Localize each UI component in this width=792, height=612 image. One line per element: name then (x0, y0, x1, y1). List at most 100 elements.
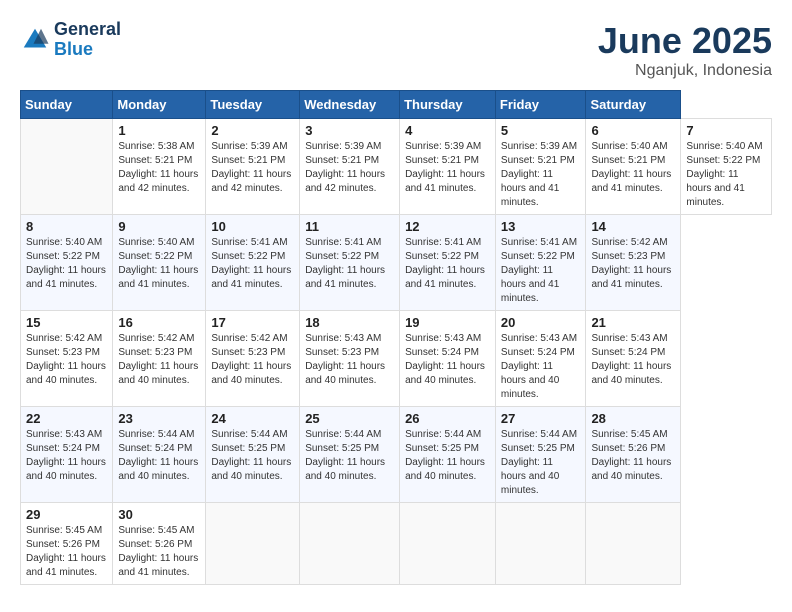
sunrise-text: Sunrise: 5:43 AM (501, 333, 577, 344)
month-title: June 2025 (598, 20, 772, 62)
day-info: Sunrise: 5:43 AM Sunset: 5:24 PM Dayligh… (26, 428, 107, 484)
sunset-text: Sunset: 5:24 PM (26, 443, 100, 454)
day-number: 9 (118, 219, 200, 234)
day-number: 12 (405, 219, 490, 234)
sunrise-text: Sunrise: 5:41 AM (211, 237, 287, 248)
daylight-text: Daylight: 11 hours and 42 minutes. (305, 169, 385, 194)
daylight-text: Daylight: 11 hours and 41 minutes. (591, 265, 671, 290)
sunset-text: Sunset: 5:22 PM (211, 251, 285, 262)
sunset-text: Sunset: 5:21 PM (501, 155, 575, 166)
sunset-text: Sunset: 5:23 PM (591, 251, 665, 262)
sunrise-text: Sunrise: 5:44 AM (118, 429, 194, 440)
sunrise-text: Sunrise: 5:42 AM (118, 333, 194, 344)
sunset-text: Sunset: 5:26 PM (26, 539, 100, 550)
sunset-text: Sunset: 5:22 PM (501, 251, 575, 262)
sunset-text: Sunset: 5:25 PM (211, 443, 285, 454)
day-info: Sunrise: 5:39 AM Sunset: 5:21 PM Dayligh… (405, 140, 490, 196)
day-number: 18 (305, 315, 394, 330)
day-info: Sunrise: 5:40 AM Sunset: 5:22 PM Dayligh… (686, 140, 766, 210)
day-number: 16 (118, 315, 200, 330)
logo-general: General (54, 20, 121, 40)
daylight-text: Daylight: 11 hours and 40 minutes. (591, 457, 671, 482)
day-info: Sunrise: 5:40 AM Sunset: 5:22 PM Dayligh… (118, 236, 200, 292)
sunrise-text: Sunrise: 5:43 AM (591, 333, 667, 344)
sunrise-text: Sunrise: 5:45 AM (26, 525, 102, 536)
calendar-day-cell: 20 Sunrise: 5:43 AM Sunset: 5:24 PM Dayl… (495, 311, 586, 407)
daylight-text: Daylight: 11 hours and 41 minutes. (118, 553, 198, 578)
calendar-day-cell: 6 Sunrise: 5:40 AM Sunset: 5:21 PM Dayli… (586, 119, 681, 215)
weekday-header-row: SundayMondayTuesdayWednesdayThursdayFrid… (21, 91, 772, 119)
day-info: Sunrise: 5:45 AM Sunset: 5:26 PM Dayligh… (26, 524, 107, 580)
day-info: Sunrise: 5:44 AM Sunset: 5:25 PM Dayligh… (305, 428, 394, 484)
weekday-header-cell: Thursday (400, 91, 496, 119)
logo-blue: Blue (54, 40, 121, 60)
day-number: 21 (591, 315, 675, 330)
sunrise-text: Sunrise: 5:42 AM (211, 333, 287, 344)
calendar-day-cell: 22 Sunrise: 5:43 AM Sunset: 5:24 PM Dayl… (21, 407, 113, 503)
daylight-text: Daylight: 11 hours and 40 minutes. (305, 361, 385, 386)
daylight-text: Daylight: 11 hours and 41 minutes. (305, 265, 385, 290)
sunset-text: Sunset: 5:21 PM (118, 155, 192, 166)
daylight-text: Daylight: 11 hours and 40 minutes. (211, 361, 291, 386)
sunset-text: Sunset: 5:22 PM (405, 251, 479, 262)
day-info: Sunrise: 5:44 AM Sunset: 5:25 PM Dayligh… (211, 428, 294, 484)
sunset-text: Sunset: 5:22 PM (26, 251, 100, 262)
calendar-week-row: 8 Sunrise: 5:40 AM Sunset: 5:22 PM Dayli… (21, 215, 772, 311)
location-title: Nganjuk, Indonesia (598, 62, 772, 80)
day-number: 15 (26, 315, 107, 330)
day-number: 1 (118, 123, 200, 138)
sunrise-text: Sunrise: 5:40 AM (591, 141, 667, 152)
sunrise-text: Sunrise: 5:41 AM (305, 237, 381, 248)
calendar-day-cell (21, 119, 113, 215)
daylight-text: Daylight: 11 hours and 40 minutes. (501, 457, 559, 496)
weekday-header-cell: Wednesday (300, 91, 400, 119)
day-number: 2 (211, 123, 294, 138)
weekday-header-cell: Monday (113, 91, 206, 119)
calendar-day-cell: 17 Sunrise: 5:42 AM Sunset: 5:23 PM Dayl… (206, 311, 300, 407)
calendar-day-cell: 3 Sunrise: 5:39 AM Sunset: 5:21 PM Dayli… (300, 119, 400, 215)
daylight-text: Daylight: 11 hours and 41 minutes. (26, 265, 106, 290)
calendar-week-row: 22 Sunrise: 5:43 AM Sunset: 5:24 PM Dayl… (21, 407, 772, 503)
logo-icon (20, 25, 50, 55)
day-number: 4 (405, 123, 490, 138)
title-area: June 2025 Nganjuk, Indonesia (598, 20, 772, 80)
day-info: Sunrise: 5:42 AM Sunset: 5:23 PM Dayligh… (118, 332, 200, 388)
day-number: 23 (118, 411, 200, 426)
sunrise-text: Sunrise: 5:42 AM (591, 237, 667, 248)
calendar-day-cell: 13 Sunrise: 5:41 AM Sunset: 5:22 PM Dayl… (495, 215, 586, 311)
day-number: 5 (501, 123, 581, 138)
sunrise-text: Sunrise: 5:44 AM (405, 429, 481, 440)
day-number: 11 (305, 219, 394, 234)
day-number: 27 (501, 411, 581, 426)
day-info: Sunrise: 5:40 AM Sunset: 5:22 PM Dayligh… (26, 236, 107, 292)
day-info: Sunrise: 5:41 AM Sunset: 5:22 PM Dayligh… (211, 236, 294, 292)
daylight-text: Daylight: 11 hours and 41 minutes. (405, 169, 485, 194)
calendar-day-cell: 15 Sunrise: 5:42 AM Sunset: 5:23 PM Dayl… (21, 311, 113, 407)
day-number: 8 (26, 219, 107, 234)
calendar-body: 1 Sunrise: 5:38 AM Sunset: 5:21 PM Dayli… (21, 119, 772, 585)
day-info: Sunrise: 5:45 AM Sunset: 5:26 PM Dayligh… (591, 428, 675, 484)
calendar-day-cell: 30 Sunrise: 5:45 AM Sunset: 5:26 PM Dayl… (113, 503, 206, 585)
sunset-text: Sunset: 5:25 PM (305, 443, 379, 454)
logo: General Blue (20, 20, 121, 60)
calendar-day-cell (300, 503, 400, 585)
day-number: 13 (501, 219, 581, 234)
day-info: Sunrise: 5:41 AM Sunset: 5:22 PM Dayligh… (405, 236, 490, 292)
sunset-text: Sunset: 5:23 PM (211, 347, 285, 358)
daylight-text: Daylight: 11 hours and 40 minutes. (405, 457, 485, 482)
sunset-text: Sunset: 5:21 PM (591, 155, 665, 166)
calendar-day-cell: 5 Sunrise: 5:39 AM Sunset: 5:21 PM Dayli… (495, 119, 586, 215)
calendar-day-cell: 26 Sunrise: 5:44 AM Sunset: 5:25 PM Dayl… (400, 407, 496, 503)
day-info: Sunrise: 5:39 AM Sunset: 5:21 PM Dayligh… (501, 140, 581, 210)
sunset-text: Sunset: 5:21 PM (305, 155, 379, 166)
calendar-day-cell: 27 Sunrise: 5:44 AM Sunset: 5:25 PM Dayl… (495, 407, 586, 503)
day-info: Sunrise: 5:45 AM Sunset: 5:26 PM Dayligh… (118, 524, 200, 580)
day-info: Sunrise: 5:43 AM Sunset: 5:24 PM Dayligh… (405, 332, 490, 388)
sunrise-text: Sunrise: 5:39 AM (305, 141, 381, 152)
calendar-day-cell: 7 Sunrise: 5:40 AM Sunset: 5:22 PM Dayli… (681, 119, 772, 215)
day-number: 14 (591, 219, 675, 234)
sunrise-text: Sunrise: 5:44 AM (211, 429, 287, 440)
daylight-text: Daylight: 11 hours and 41 minutes. (501, 265, 559, 304)
calendar-day-cell: 10 Sunrise: 5:41 AM Sunset: 5:22 PM Dayl… (206, 215, 300, 311)
daylight-text: Daylight: 11 hours and 42 minutes. (118, 169, 198, 194)
